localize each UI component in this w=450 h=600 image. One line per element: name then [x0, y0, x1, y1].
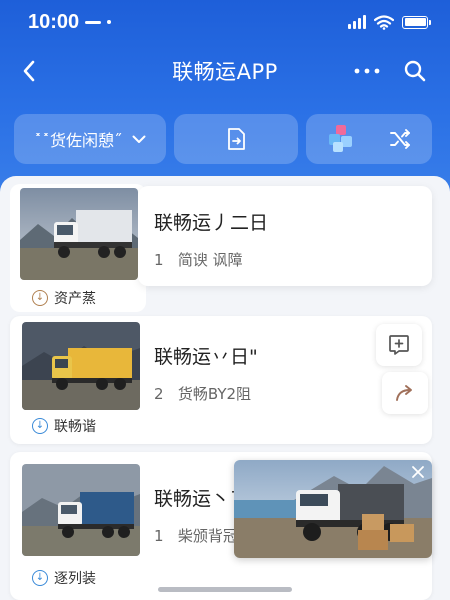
item-meta-text: 简谀 讽障 — [177, 251, 243, 269]
shuffle-icon[interactable] — [389, 129, 411, 149]
list-item[interactable]: 联畅运丿二日 1 简谀 讽障 ↓ 资产蒸 — [10, 184, 432, 312]
document-button[interactable] — [174, 114, 298, 164]
navbar: 联畅运APP — [0, 48, 450, 94]
back-button[interactable] — [14, 56, 44, 86]
item-count: 1 — [154, 527, 164, 545]
toolbar: ˟˟货佐闲憩˝ — [14, 114, 434, 164]
close-icon — [412, 466, 424, 478]
share-button[interactable] — [382, 372, 428, 414]
status-time: 10:00 — [28, 10, 112, 34]
item-tag-label: 资产蒸 — [54, 291, 96, 307]
item-meta: 2 货畅BY2阻 — [154, 383, 258, 404]
item-count: 1 — [154, 251, 164, 269]
battery-icon — [402, 15, 431, 29]
download-circle-icon: ↓ — [32, 570, 48, 586]
time-dot — [107, 20, 112, 24]
filter-dropdown[interactable]: ˟˟货佐闲憩˝ — [14, 114, 166, 164]
more-dots-icon — [354, 68, 380, 74]
chevron-down-icon — [132, 135, 146, 143]
item-tag-label: 逐列装 — [54, 571, 96, 587]
item-title: 联畅运丷日" — [154, 346, 258, 368]
chevron-left-icon — [23, 60, 35, 82]
signal-icon — [348, 15, 366, 29]
add-button[interactable] — [376, 324, 422, 366]
status-icons — [348, 14, 431, 30]
item-info: 联畅运丷日" 2 货畅BY2阻 — [154, 342, 258, 404]
time-text: 10:00 — [28, 10, 80, 33]
page-title: 联畅运APP — [172, 60, 278, 84]
item-tag-label: 联畅谐 — [54, 419, 96, 435]
truck-thumbnail — [22, 322, 140, 410]
filter-label: ˟˟货佐闲憩˝ — [33, 131, 122, 150]
video-preview[interactable] — [234, 460, 432, 558]
time-dash — [85, 20, 102, 24]
more-button[interactable] — [350, 56, 384, 86]
item-tag[interactable]: ↓ 资产蒸 — [32, 288, 96, 308]
wifi-icon — [374, 14, 394, 30]
status-bar: 10:00 — [0, 0, 450, 44]
item-count: 2 — [154, 385, 164, 403]
item-tag[interactable]: ↓ 逐列装 — [32, 568, 96, 588]
truck-thumbnail — [22, 464, 140, 556]
truck-photo — [234, 460, 432, 558]
cubes-icon[interactable] — [327, 124, 355, 154]
search-icon — [404, 60, 426, 82]
add-square-icon — [389, 335, 409, 355]
document-arrow-icon — [228, 128, 245, 150]
list-item[interactable]: 联畅运丷日" 2 货畅BY2阻 ↓ 联畅谐 — [10, 316, 432, 444]
content-area: 联畅运丿二日 1 简谀 讽障 ↓ 资产蒸 联畅运丷日" 2 货畅BY2阻 ↓ 联… — [0, 176, 450, 600]
item-meta-text: 货畅BY2阻 — [177, 385, 252, 403]
item-title: 联畅运丿二日 — [154, 212, 269, 234]
truck-thumbnail — [20, 188, 138, 280]
share-arrow-icon — [396, 385, 412, 401]
home-indicator — [158, 587, 292, 592]
download-circle-icon: ↓ — [32, 418, 48, 434]
apps-tool — [306, 114, 432, 164]
item-meta: 1 简谀 讽障 — [154, 249, 268, 270]
download-circle-icon: ↓ — [32, 290, 48, 306]
item-info: 联畅运丿二日 1 简谀 讽障 — [154, 208, 268, 270]
item-tag[interactable]: ↓ 联畅谐 — [32, 416, 96, 436]
search-button[interactable] — [400, 56, 430, 86]
close-button[interactable] — [410, 464, 426, 480]
